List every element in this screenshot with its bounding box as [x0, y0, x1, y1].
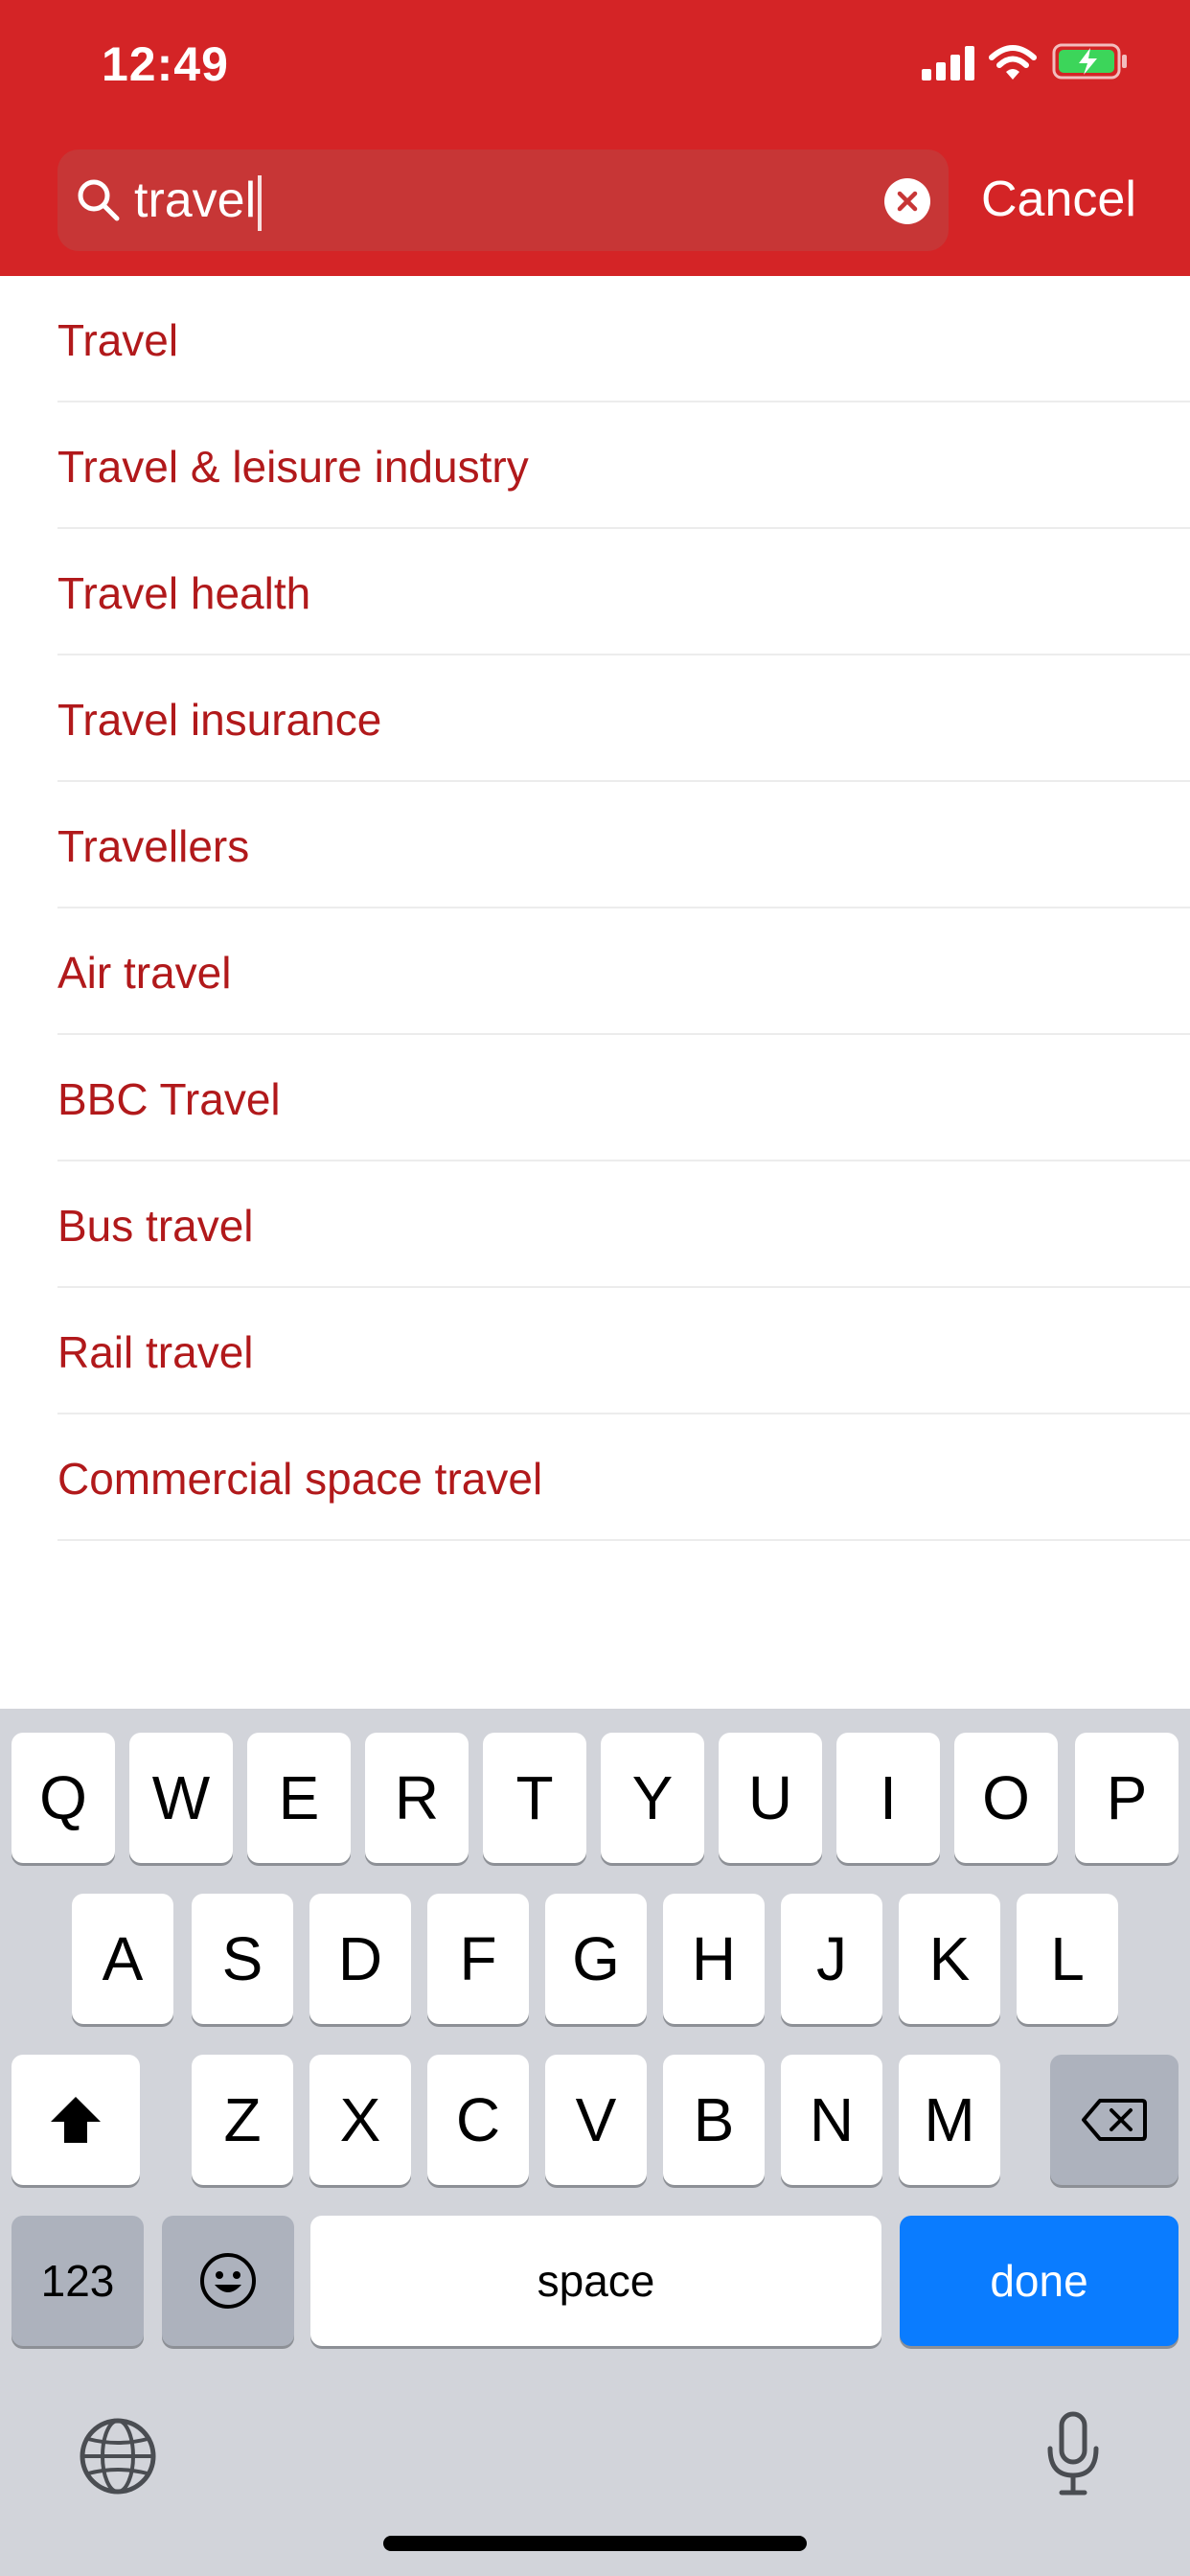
key-j[interactable]: J	[781, 1894, 882, 2024]
numbers-key[interactable]: 123	[11, 2216, 144, 2346]
result-label: Travel & leisure industry	[57, 442, 529, 492]
home-indicator[interactable]	[383, 2536, 807, 2551]
key-t[interactable]: T	[483, 1733, 586, 1863]
key-c[interactable]: C	[427, 2055, 529, 2185]
search-input[interactable]: travel	[134, 172, 263, 232]
search-query: travel	[134, 172, 257, 228]
done-key[interactable]: done	[900, 2216, 1179, 2346]
key-x[interactable]: X	[309, 2055, 411, 2185]
shift-key[interactable]	[11, 2055, 140, 2185]
result-item[interactable]: Commercial space travel	[57, 1414, 1190, 1541]
key-b[interactable]: B	[663, 2055, 765, 2185]
key-g[interactable]: G	[545, 1894, 647, 2024]
key-m[interactable]: M	[899, 2055, 1000, 2185]
search-icon	[78, 179, 120, 221]
text-caret	[258, 175, 263, 232]
key-a[interactable]: A	[72, 1894, 173, 2024]
status-icons	[922, 42, 1133, 80]
globe-icon[interactable]	[77, 2415, 159, 2497]
key-p[interactable]: P	[1075, 1733, 1179, 1863]
space-key[interactable]: space	[310, 2216, 881, 2346]
emoji-key[interactable]	[162, 2216, 294, 2346]
result-label: Travel insurance	[57, 695, 382, 745]
key-n[interactable]: N	[781, 2055, 882, 2185]
key-h[interactable]: H	[663, 1894, 765, 2024]
key-u[interactable]: U	[719, 1733, 822, 1863]
wifi-icon	[989, 45, 1037, 80]
result-item[interactable]: Travel health	[57, 529, 1190, 656]
result-label: Travel	[57, 315, 179, 365]
result-item[interactable]: Travel insurance	[57, 656, 1190, 782]
result-item[interactable]: Travel	[57, 276, 1190, 402]
key-e[interactable]: E	[247, 1733, 351, 1863]
result-item[interactable]: Bus travel	[57, 1162, 1190, 1288]
backspace-key[interactable]	[1050, 2055, 1179, 2185]
key-f[interactable]: F	[427, 1894, 529, 2024]
result-label: Bus travel	[57, 1201, 254, 1251]
search-header: 12:49 travel Cancel	[0, 0, 1190, 276]
result-label: BBC Travel	[57, 1074, 281, 1124]
result-item[interactable]: Travellers	[57, 782, 1190, 908]
microphone-icon[interactable]	[1042, 2410, 1104, 2498]
key-z[interactable]: Z	[192, 2055, 293, 2185]
result-item[interactable]: Air travel	[57, 908, 1190, 1035]
status-time: 12:49	[102, 37, 229, 91]
search-results-list: Travel Travel & leisure industry Travel …	[0, 276, 1190, 1541]
result-label: Travel health	[57, 568, 311, 618]
result-label: Commercial space travel	[57, 1454, 543, 1504]
clear-icon	[897, 191, 918, 212]
key-w[interactable]: W	[129, 1733, 233, 1863]
battery-charging-icon	[1052, 43, 1127, 80]
result-item[interactable]: Travel & leisure industry	[57, 402, 1190, 529]
result-label: Travellers	[57, 821, 250, 871]
signal-icon	[922, 46, 974, 80]
result-label: Rail travel	[57, 1327, 254, 1377]
key-y[interactable]: Y	[601, 1733, 704, 1863]
emoji-icon	[200, 2253, 256, 2309]
shift-icon	[51, 2097, 101, 2143]
key-r[interactable]: R	[365, 1733, 469, 1863]
result-item[interactable]: Rail travel	[57, 1288, 1190, 1414]
key-d[interactable]: D	[309, 1894, 411, 2024]
search-field[interactable]: travel	[57, 150, 949, 251]
result-item[interactable]: BBC Travel	[57, 1035, 1190, 1162]
key-i[interactable]: I	[836, 1733, 940, 1863]
result-label: Air travel	[57, 948, 232, 998]
key-l[interactable]: L	[1017, 1894, 1118, 2024]
clear-search-button[interactable]	[884, 178, 930, 224]
key-v[interactable]: V	[545, 2055, 647, 2185]
key-k[interactable]: K	[899, 1894, 1000, 2024]
screen: 12:49 travel Cancel Travel Travel & leis…	[0, 0, 1190, 2576]
backspace-icon	[1082, 2099, 1147, 2141]
cancel-button[interactable]: Cancel	[981, 171, 1136, 228]
key-o[interactable]: O	[954, 1733, 1058, 1863]
key-q[interactable]: Q	[11, 1733, 115, 1863]
key-s[interactable]: S	[192, 1894, 293, 2024]
